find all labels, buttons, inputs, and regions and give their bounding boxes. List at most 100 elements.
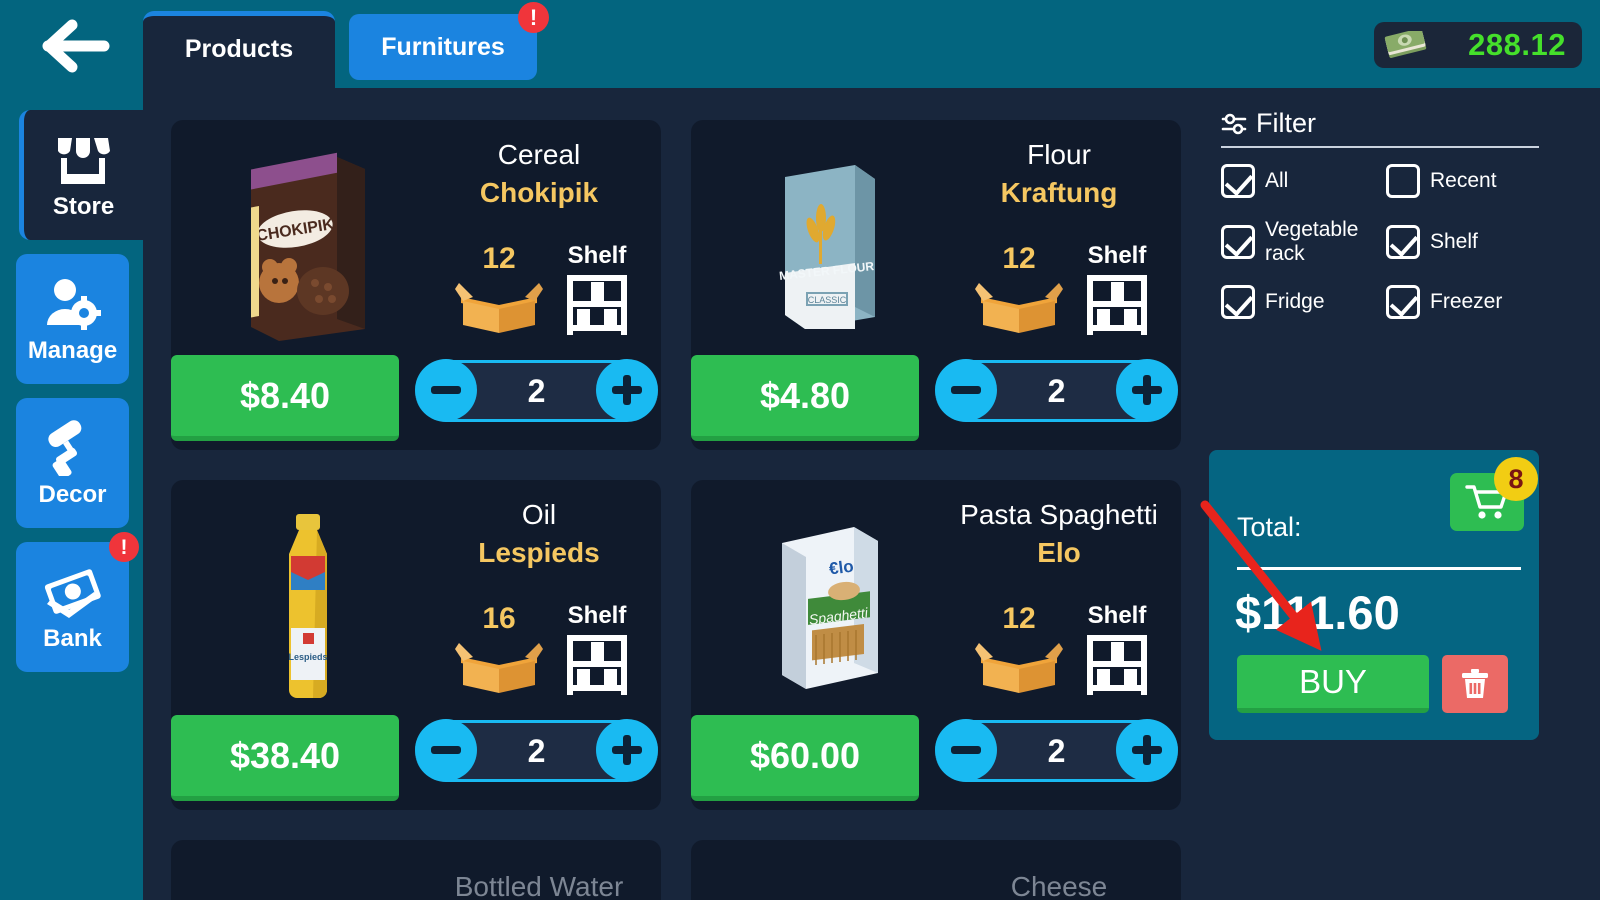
cart-item-count-badge: 8 <box>1494 457 1538 501</box>
cardboard-box-icon <box>455 283 543 333</box>
product-name: Flour <box>1027 139 1091 170</box>
product-info: Cereal Chokipik <box>429 139 649 209</box>
filter-option-fridge[interactable]: Fridge <box>1209 285 1374 320</box>
trash-icon <box>1462 669 1488 698</box>
product-name: Bottled Water <box>454 871 624 900</box>
product-price-button[interactable]: $4.80 <box>691 355 919 441</box>
product-price-button[interactable]: $8.40 <box>171 355 399 441</box>
product-card[interactable]: CHOKIPIK Cereal Chokipik 12 Shelf $8.40 … <box>171 120 661 450</box>
product-brand: Chokipik <box>479 176 599 208</box>
quantity-decrease-button[interactable] <box>935 718 997 781</box>
product-card[interactable]: MASTER FLOUR CLASSIC Flour Kraftung 12 S… <box>691 120 1181 450</box>
tab-products[interactable]: Products <box>143 11 335 89</box>
quantity-decrease-button[interactable] <box>935 358 997 421</box>
storage-type: Shelf <box>565 602 629 695</box>
sidebar-item-store[interactable]: Store <box>19 110 143 240</box>
paint-roller-icon <box>42 418 104 478</box>
storage-type: Shelf <box>1085 242 1149 335</box>
filter-option-shelf[interactable]: Shelf <box>1374 218 1539 265</box>
quantity-decrease-button[interactable] <box>415 718 477 781</box>
product-info: Pasta Spaghetti Elo <box>949 499 1169 569</box>
filter-option-recent[interactable]: Recent <box>1374 164 1539 198</box>
filter-option-freezer[interactable]: Freezer <box>1374 285 1539 320</box>
quantity-increase-button[interactable] <box>1115 358 1178 421</box>
storage-type-label: Shelf <box>1087 242 1147 269</box>
sidebar-item-decor-label: Decor <box>38 480 107 508</box>
quantity-increase-button[interactable] <box>595 718 658 781</box>
quantity-stepper: 2 <box>415 358 658 422</box>
product-price: $38.40 <box>229 734 341 776</box>
checkbox-freezer[interactable] <box>1386 285 1420 320</box>
sidebar-item-bank-label: Bank <box>43 624 102 652</box>
quantity-increase-button[interactable] <box>1115 718 1178 781</box>
cardboard-box-icon <box>975 643 1063 693</box>
quantity-increase-button[interactable] <box>595 358 658 421</box>
units-per-box: 16 <box>455 602 543 695</box>
quantity-decrease-button[interactable] <box>415 358 477 421</box>
cart-button[interactable]: 8 <box>1450 457 1538 531</box>
checkbox-shelf[interactable] <box>1386 224 1420 259</box>
clear-cart-button[interactable] <box>1442 655 1508 713</box>
product-price: $60.00 <box>749 734 861 776</box>
sidebar-item-manage[interactable]: Manage <box>16 254 129 384</box>
filter-label-all: All <box>1265 169 1289 193</box>
product-brand: Elo <box>1037 536 1081 568</box>
product-meta: 12 Shelf <box>427 242 657 335</box>
filter-title: Filter <box>1256 108 1316 138</box>
checkbox-recent[interactable] <box>1386 164 1420 198</box>
units-per-box-count: 12 <box>1002 602 1036 635</box>
shelf-icon <box>567 275 627 335</box>
product-info: Flour Kraftung <box>949 139 1169 209</box>
main-panel: CHOKIPIK Cereal Chokipik 12 Shelf $8.40 … <box>143 88 1600 900</box>
product-price-button[interactable]: $38.40 <box>171 715 399 801</box>
filter-sliders-icon <box>1221 113 1247 134</box>
product-name: Cereal <box>497 139 581 170</box>
product-price-button[interactable]: $60.00 <box>691 715 919 801</box>
checkbox-all[interactable] <box>1221 164 1255 198</box>
product-thumbnail-flour: MASTER FLOUR CLASSIC <box>713 138 943 358</box>
checkbox-fridge[interactable] <box>1221 285 1255 320</box>
tab-bar: Products Furnitures ! <box>143 2 549 89</box>
filter-option-vegetable-rack[interactable]: Vegetable rack <box>1209 218 1374 265</box>
product-info: Bottled Water <box>429 871 649 900</box>
units-per-box: 12 <box>975 242 1063 335</box>
svg-text:Lespieds: Lespieds <box>288 652 327 662</box>
person-gear-icon <box>42 274 104 334</box>
buy-button[interactable]: BUY <box>1237 655 1429 713</box>
product-brand: Kraftung <box>1000 176 1118 208</box>
product-card[interactable]: Lespieds Oil Lespieds 16 Shelf $38.40 2 <box>171 480 661 810</box>
svg-text:CLASSIC: CLASSIC <box>808 295 847 305</box>
units-per-box-count: 12 <box>1002 242 1036 275</box>
storage-type-label: Shelf <box>567 242 627 269</box>
sidebar-item-manage-label: Manage <box>27 336 118 364</box>
product-card[interactable]: Cheese <box>691 840 1181 900</box>
back-button[interactable] <box>36 14 114 78</box>
product-card[interactable]: €lo Spaghetti Pasta Spaghetti Elo 12 She… <box>691 480 1181 810</box>
cardboard-box-icon <box>975 283 1063 333</box>
tab-furnitures[interactable]: Furnitures ! <box>349 2 549 80</box>
units-per-box: 12 <box>455 242 543 335</box>
product-thumbnail-cereal: CHOKIPIK <box>193 138 423 358</box>
cart-panel: 8 Total: $111.60 BUY <box>1209 450 1539 740</box>
storage-type: Shelf <box>1085 602 1149 695</box>
storage-type: Shelf <box>565 242 629 335</box>
sidebar-item-bank[interactable]: Bank ! <box>16 532 139 672</box>
money-display: 288.12 <box>1374 22 1582 68</box>
product-card[interactable]: Bottled Water <box>171 840 661 900</box>
product-grid: CHOKIPIK Cereal Chokipik 12 Shelf $8.40 … <box>171 120 1191 900</box>
cardboard-box-icon <box>455 643 543 693</box>
quantity-value: 2 <box>527 372 546 409</box>
product-price: $8.40 <box>239 374 331 416</box>
product-name: Oil <box>521 499 557 530</box>
product-thumbnail-bottled-water <box>193 880 423 900</box>
tab-products-label: Products <box>184 35 294 63</box>
filter-label-freezer: Freezer <box>1430 290 1503 314</box>
svg-text:€lo: €lo <box>828 557 855 579</box>
filter-label-recent: Recent <box>1430 169 1497 193</box>
checkbox-vegetable-rack[interactable] <box>1221 224 1255 259</box>
sidebar-item-decor[interactable]: Decor <box>16 398 129 528</box>
tab-furnitures-alert-badge: ! <box>518 2 549 33</box>
filter-label-fridge: Fridge <box>1265 290 1325 314</box>
cart-total-label: Total: <box>1237 512 1302 542</box>
filter-option-all[interactable]: All <box>1209 164 1374 198</box>
